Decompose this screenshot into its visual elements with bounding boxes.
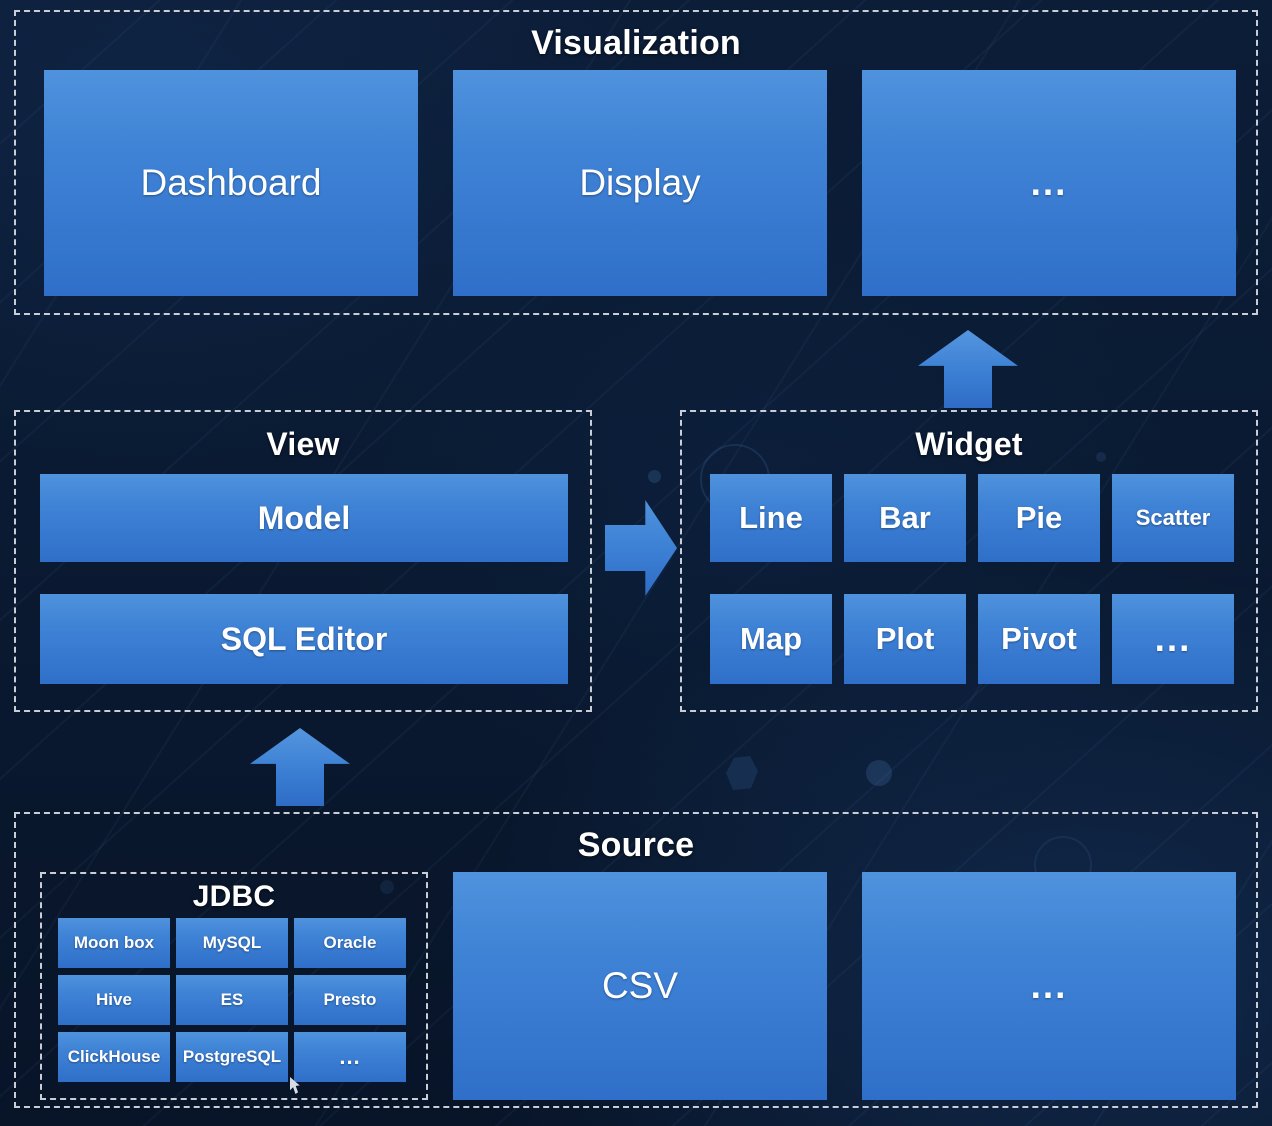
jdbc-cell-more[interactable]: ... (294, 1032, 406, 1082)
jdbc-cell-clickhouse[interactable]: ClickHouse (58, 1032, 170, 1082)
card-label: Map (740, 621, 802, 657)
architecture-diagram: Visualization Dashboard Display ... View… (0, 0, 1272, 1126)
widget-card-plot[interactable]: Plot (844, 594, 966, 684)
card-label: ... (1154, 618, 1192, 660)
card-label: Bar (879, 500, 931, 536)
arrow-source-to-view-icon (250, 728, 350, 806)
widget-card-scatter[interactable]: Scatter (1112, 474, 1234, 562)
arrow-widget-to-visualization-icon (918, 330, 1018, 408)
card-label: Pivot (1001, 621, 1077, 657)
widget-card-bar[interactable]: Bar (844, 474, 966, 562)
widget-card-pie[interactable]: Pie (978, 474, 1100, 562)
card-label: SQL Editor (220, 620, 388, 657)
card-label: ... (1030, 162, 1068, 204)
visualization-card-display[interactable]: Display (453, 70, 827, 296)
view-card-model[interactable]: Model (40, 474, 568, 562)
jdbc-title: JDBC (192, 880, 276, 913)
widget-card-more[interactable]: ... (1112, 594, 1234, 684)
card-label: Display (579, 162, 701, 204)
widget-title: Widget (915, 426, 1023, 462)
section-jdbc: JDBC Moon box MySQL Oracle Hive ES Prest… (40, 872, 428, 1100)
jdbc-cell-postgresql[interactable]: PostgreSQL (176, 1032, 288, 1082)
card-label: Line (739, 500, 803, 536)
source-title: Source (577, 826, 695, 864)
widget-card-map[interactable]: Map (710, 594, 832, 684)
widget-card-line[interactable]: Line (710, 474, 832, 562)
jdbc-cell-moonbox[interactable]: Moon box (58, 918, 170, 968)
visualization-title: Visualization (531, 24, 741, 62)
visualization-card-more[interactable]: ... (862, 70, 1236, 296)
arrow-view-to-widget-icon (605, 500, 677, 596)
card-label: CSV (601, 965, 679, 1007)
card-label: Hive (96, 989, 132, 1009)
card-label: ... (1030, 965, 1068, 1007)
card-label: MySQL (202, 932, 262, 952)
section-visualization: Visualization Dashboard Display ... (14, 10, 1258, 315)
card-label: Scatter (1135, 505, 1211, 531)
card-label: Pie (1015, 500, 1063, 536)
card-label: Oracle (323, 932, 377, 952)
card-label: Model (257, 499, 351, 536)
card-label: Moon box (73, 932, 155, 952)
section-widget: Widget Line Bar Pie Scatter Map Plot Piv… (680, 410, 1258, 712)
view-card-sql-editor[interactable]: SQL Editor (40, 594, 568, 684)
card-label: ES (220, 989, 244, 1009)
card-label: ... (339, 1044, 361, 1070)
card-label: Presto (323, 989, 377, 1009)
source-card-more[interactable]: ... (862, 872, 1236, 1100)
jdbc-cell-hive[interactable]: Hive (58, 975, 170, 1025)
visualization-card-dashboard[interactable]: Dashboard (44, 70, 418, 296)
card-label: PostgreSQL (182, 1046, 282, 1066)
section-source: Source JDBC Moon box MySQL Oracle Hive E… (14, 812, 1258, 1108)
jdbc-cell-presto[interactable]: Presto (294, 975, 406, 1025)
widget-card-pivot[interactable]: Pivot (978, 594, 1100, 684)
card-label: Dashboard (140, 162, 322, 204)
view-title: View (266, 426, 340, 462)
card-label: Plot (875, 621, 935, 657)
source-card-csv[interactable]: CSV (453, 872, 827, 1100)
section-view: View Model SQL Editor (14, 410, 592, 712)
jdbc-cell-mysql[interactable]: MySQL (176, 918, 288, 968)
jdbc-cell-es[interactable]: ES (176, 975, 288, 1025)
jdbc-cell-oracle[interactable]: Oracle (294, 918, 406, 968)
card-label: ClickHouse (67, 1046, 161, 1066)
